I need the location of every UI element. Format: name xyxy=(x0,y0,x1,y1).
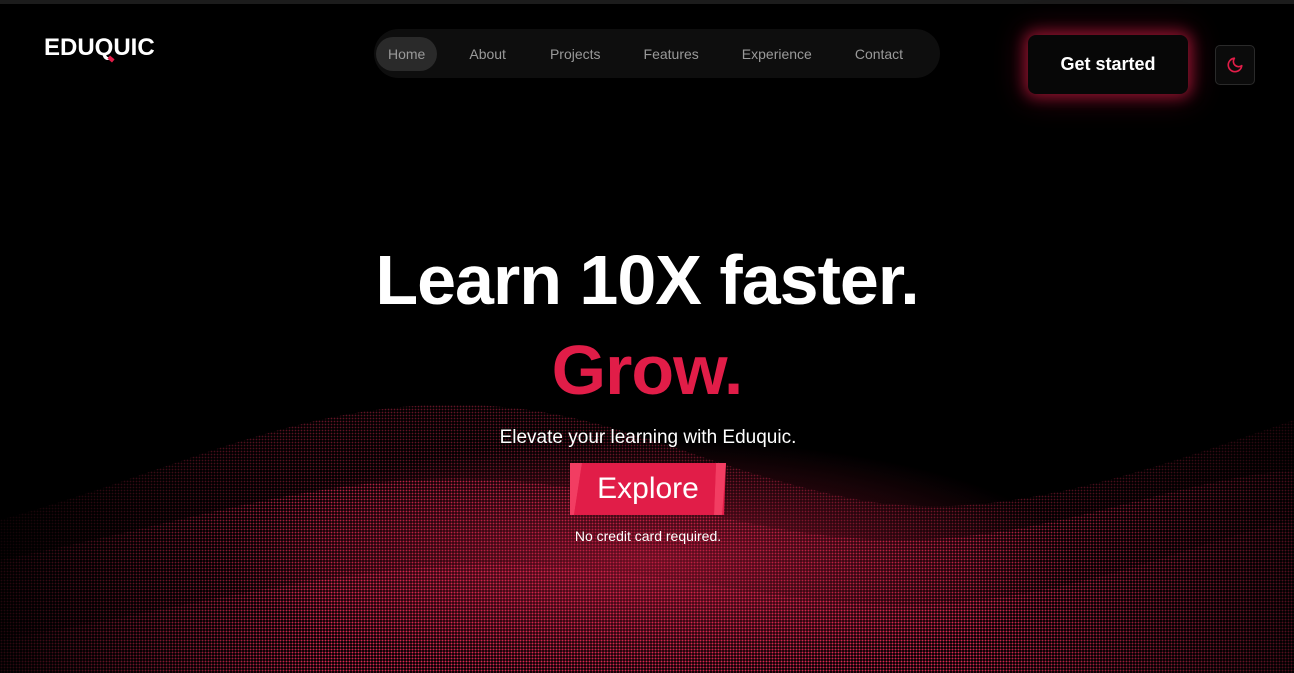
nav-item-about[interactable]: About xyxy=(457,37,518,71)
nav-item-experience[interactable]: Experience xyxy=(730,37,824,71)
main-nav: Home About Projects Features Experience … xyxy=(374,29,940,78)
nav-item-home[interactable]: Home xyxy=(376,36,438,71)
nav-item-projects[interactable]: Projects xyxy=(538,37,613,71)
hero-subheadline: Elevate your learning with Eduquic. xyxy=(499,427,797,448)
moon-icon xyxy=(1227,57,1243,73)
explore-button[interactable]: Explore xyxy=(570,463,726,515)
get-started-button[interactable]: Get started xyxy=(1028,35,1188,94)
landing-page: EDUQUIC Home About Projects Features Exp… xyxy=(0,0,1294,673)
hero-headline-accent: Grow. xyxy=(551,331,744,409)
logo-text-q: Q xyxy=(94,34,114,61)
no-credit-card-note: No credit card required. xyxy=(574,528,722,544)
nav-item-contact[interactable]: Contact xyxy=(843,37,915,71)
explore-label: Explore xyxy=(597,472,699,505)
brand-logo[interactable]: EDUQUIC xyxy=(44,34,155,62)
theme-toggle-button[interactable] xyxy=(1215,45,1255,85)
logo-text-1: EDU xyxy=(44,34,95,61)
hero-headline: Learn 10X faster. xyxy=(375,241,919,319)
nav-item-features[interactable]: Features xyxy=(632,37,711,71)
logo-text-2: UIC xyxy=(113,34,155,61)
